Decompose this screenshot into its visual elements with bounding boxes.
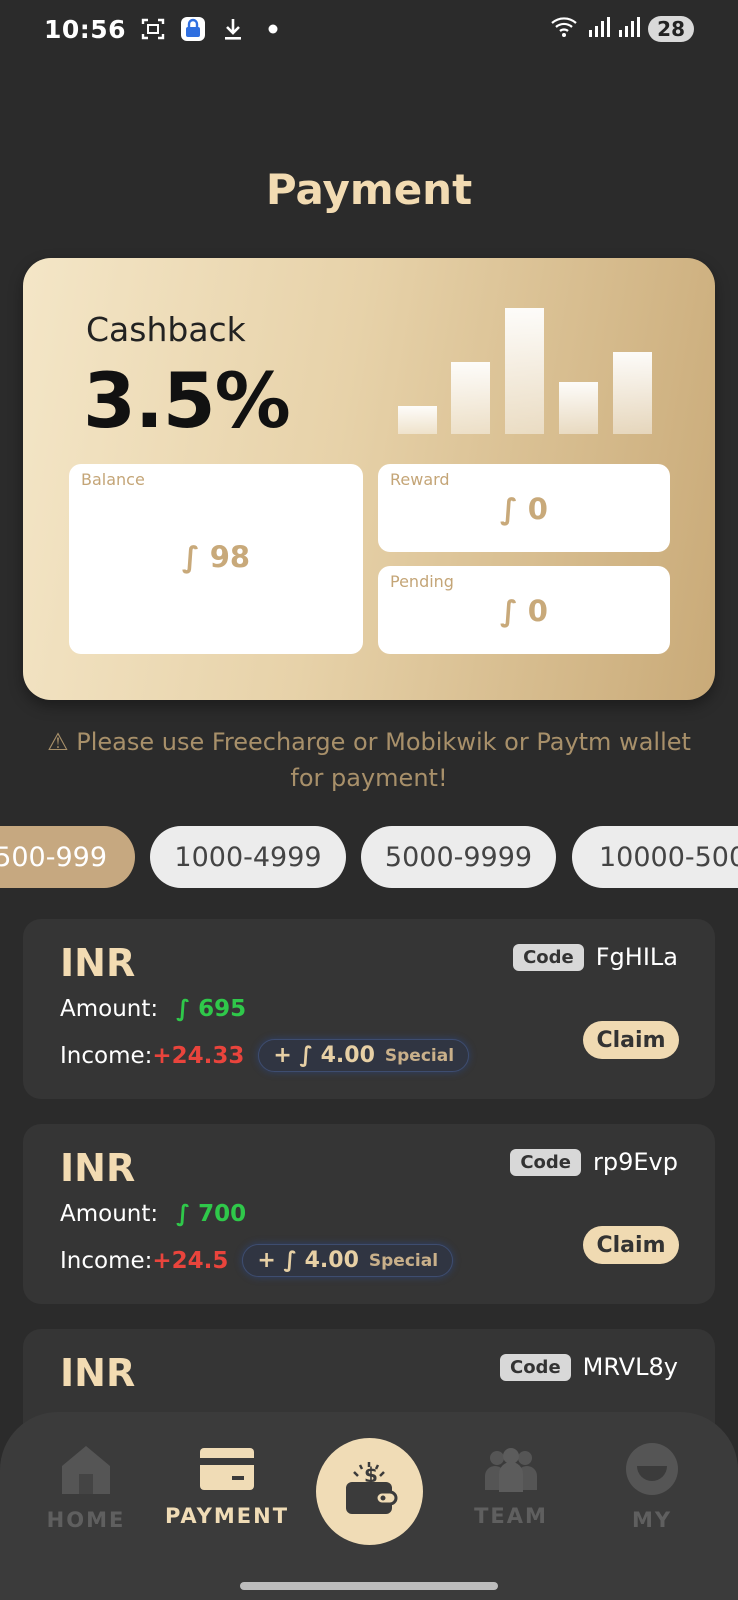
screenshot-icon: [140, 16, 166, 42]
balance-label: Balance: [81, 470, 145, 489]
special-bonus-badge: + ∫ 4.00 Special: [242, 1244, 454, 1277]
decorative-bar-chart-icon: [398, 306, 678, 434]
payment-card-icon: [162, 1428, 292, 1492]
chip-5000-9999[interactable]: 5000-9999: [361, 826, 556, 888]
chip-10000-500[interactable]: 10000-500: [572, 826, 738, 888]
nav-home[interactable]: HOME: [21, 1432, 151, 1532]
profile-icon: [587, 1432, 717, 1496]
chip-500-999[interactable]: 500-999: [0, 826, 135, 888]
income-value: +24.5: [152, 1247, 229, 1274]
nav-my[interactable]: MY: [587, 1432, 717, 1532]
reward-value: ∫ 0: [500, 492, 548, 526]
income-label: Income:: [60, 1042, 153, 1069]
cashback-card: Cashback 3.5% Balance ∫ 98 Reward ∫ 0 Pe…: [23, 258, 715, 700]
decorative-bar: [505, 308, 544, 434]
signal-icon: [618, 16, 641, 42]
pending-label: Pending: [390, 572, 454, 591]
bonus-amount: + ∫ 4.00: [273, 1043, 375, 1068]
wifi-icon: [550, 15, 580, 43]
code-badge: Code: [513, 943, 584, 971]
special-bonus-badge: + ∫ 4.00 Special: [258, 1039, 470, 1072]
claim-button[interactable]: Claim: [583, 1226, 679, 1264]
code-value: rp9Evp: [593, 1148, 678, 1176]
claim-button[interactable]: Claim: [583, 1021, 679, 1059]
chip-1000-4999[interactable]: 1000-4999: [150, 826, 346, 888]
pending-box: Pending ∫ 0: [378, 566, 670, 654]
home-icon: [21, 1432, 151, 1496]
nav-payment[interactable]: PAYMENT: [162, 1428, 292, 1528]
cashback-label: Cashback: [86, 310, 246, 349]
amount-value: ∫ 700: [176, 1201, 247, 1227]
wallet-icon: $: [340, 1460, 400, 1524]
vpn-lock-icon: [180, 16, 206, 42]
reward-label: Reward: [390, 470, 450, 489]
order-card: INR Code FgHILa Amount: ∫ 695 Income: +2…: [23, 919, 715, 1099]
reward-box: Reward ∫ 0: [378, 464, 670, 552]
decorative-bar: [559, 382, 598, 434]
nav-team[interactable]: TEAM: [446, 1428, 576, 1528]
amount-label: Amount:: [60, 1201, 159, 1227]
income-label: Income:: [60, 1247, 153, 1274]
status-bar: 10:56 28: [0, 0, 738, 58]
bonus-tag: Special: [368, 1250, 439, 1271]
bonus-amount: + ∫ 4.00: [257, 1248, 359, 1273]
currency-label: INR: [60, 1146, 136, 1190]
cashback-value: 3.5%: [83, 356, 291, 445]
code-value: MRVL8y: [582, 1353, 678, 1381]
nav-team-label: TEAM: [474, 1504, 548, 1528]
status-time: 10:56: [44, 14, 127, 44]
amount-range-tabs: 500-999 1000-4999 5000-9999 10000-500: [0, 826, 738, 890]
wallet-button[interactable]: $: [316, 1438, 423, 1545]
decorative-bar: [613, 352, 652, 434]
page-title: Payment: [265, 165, 473, 214]
code-badge: Code: [499, 1353, 571, 1381]
code-badge: Code: [510, 1148, 582, 1176]
signal-icon: [588, 16, 611, 42]
order-card: INR Code rp9Evp Amount: ∫ 700 Income: +2…: [23, 1124, 715, 1304]
amount-label: Amount:: [60, 996, 159, 1022]
income-value: +24.33: [152, 1042, 245, 1069]
team-icon: [446, 1428, 576, 1492]
wallet-notice: ⚠ Please use Freecharge or Mobikwik or P…: [47, 728, 691, 792]
balance-value: ∫ 98: [181, 540, 251, 574]
pending-value: ∫ 0: [500, 594, 548, 628]
decorative-bar: [451, 362, 490, 434]
code-value: FgHILa: [595, 943, 678, 971]
balance-box: Balance ∫ 98: [69, 464, 363, 654]
dot-icon: [260, 16, 286, 42]
nav-payment-label: PAYMENT: [164, 1504, 290, 1528]
bottom-navigation: HOME PAYMENT $ TEAM MY: [0, 1412, 738, 1600]
amount-value: ∫ 695: [176, 996, 247, 1022]
download-icon: [220, 16, 246, 42]
currency-label: INR: [60, 941, 136, 985]
nav-home-label: HOME: [46, 1508, 126, 1532]
home-indicator: [240, 1582, 498, 1590]
nav-my-label: MY: [631, 1508, 673, 1532]
bonus-tag: Special: [384, 1045, 455, 1066]
currency-label: INR: [60, 1351, 136, 1395]
decorative-bar: [398, 406, 437, 434]
battery-indicator: 28: [648, 16, 694, 42]
